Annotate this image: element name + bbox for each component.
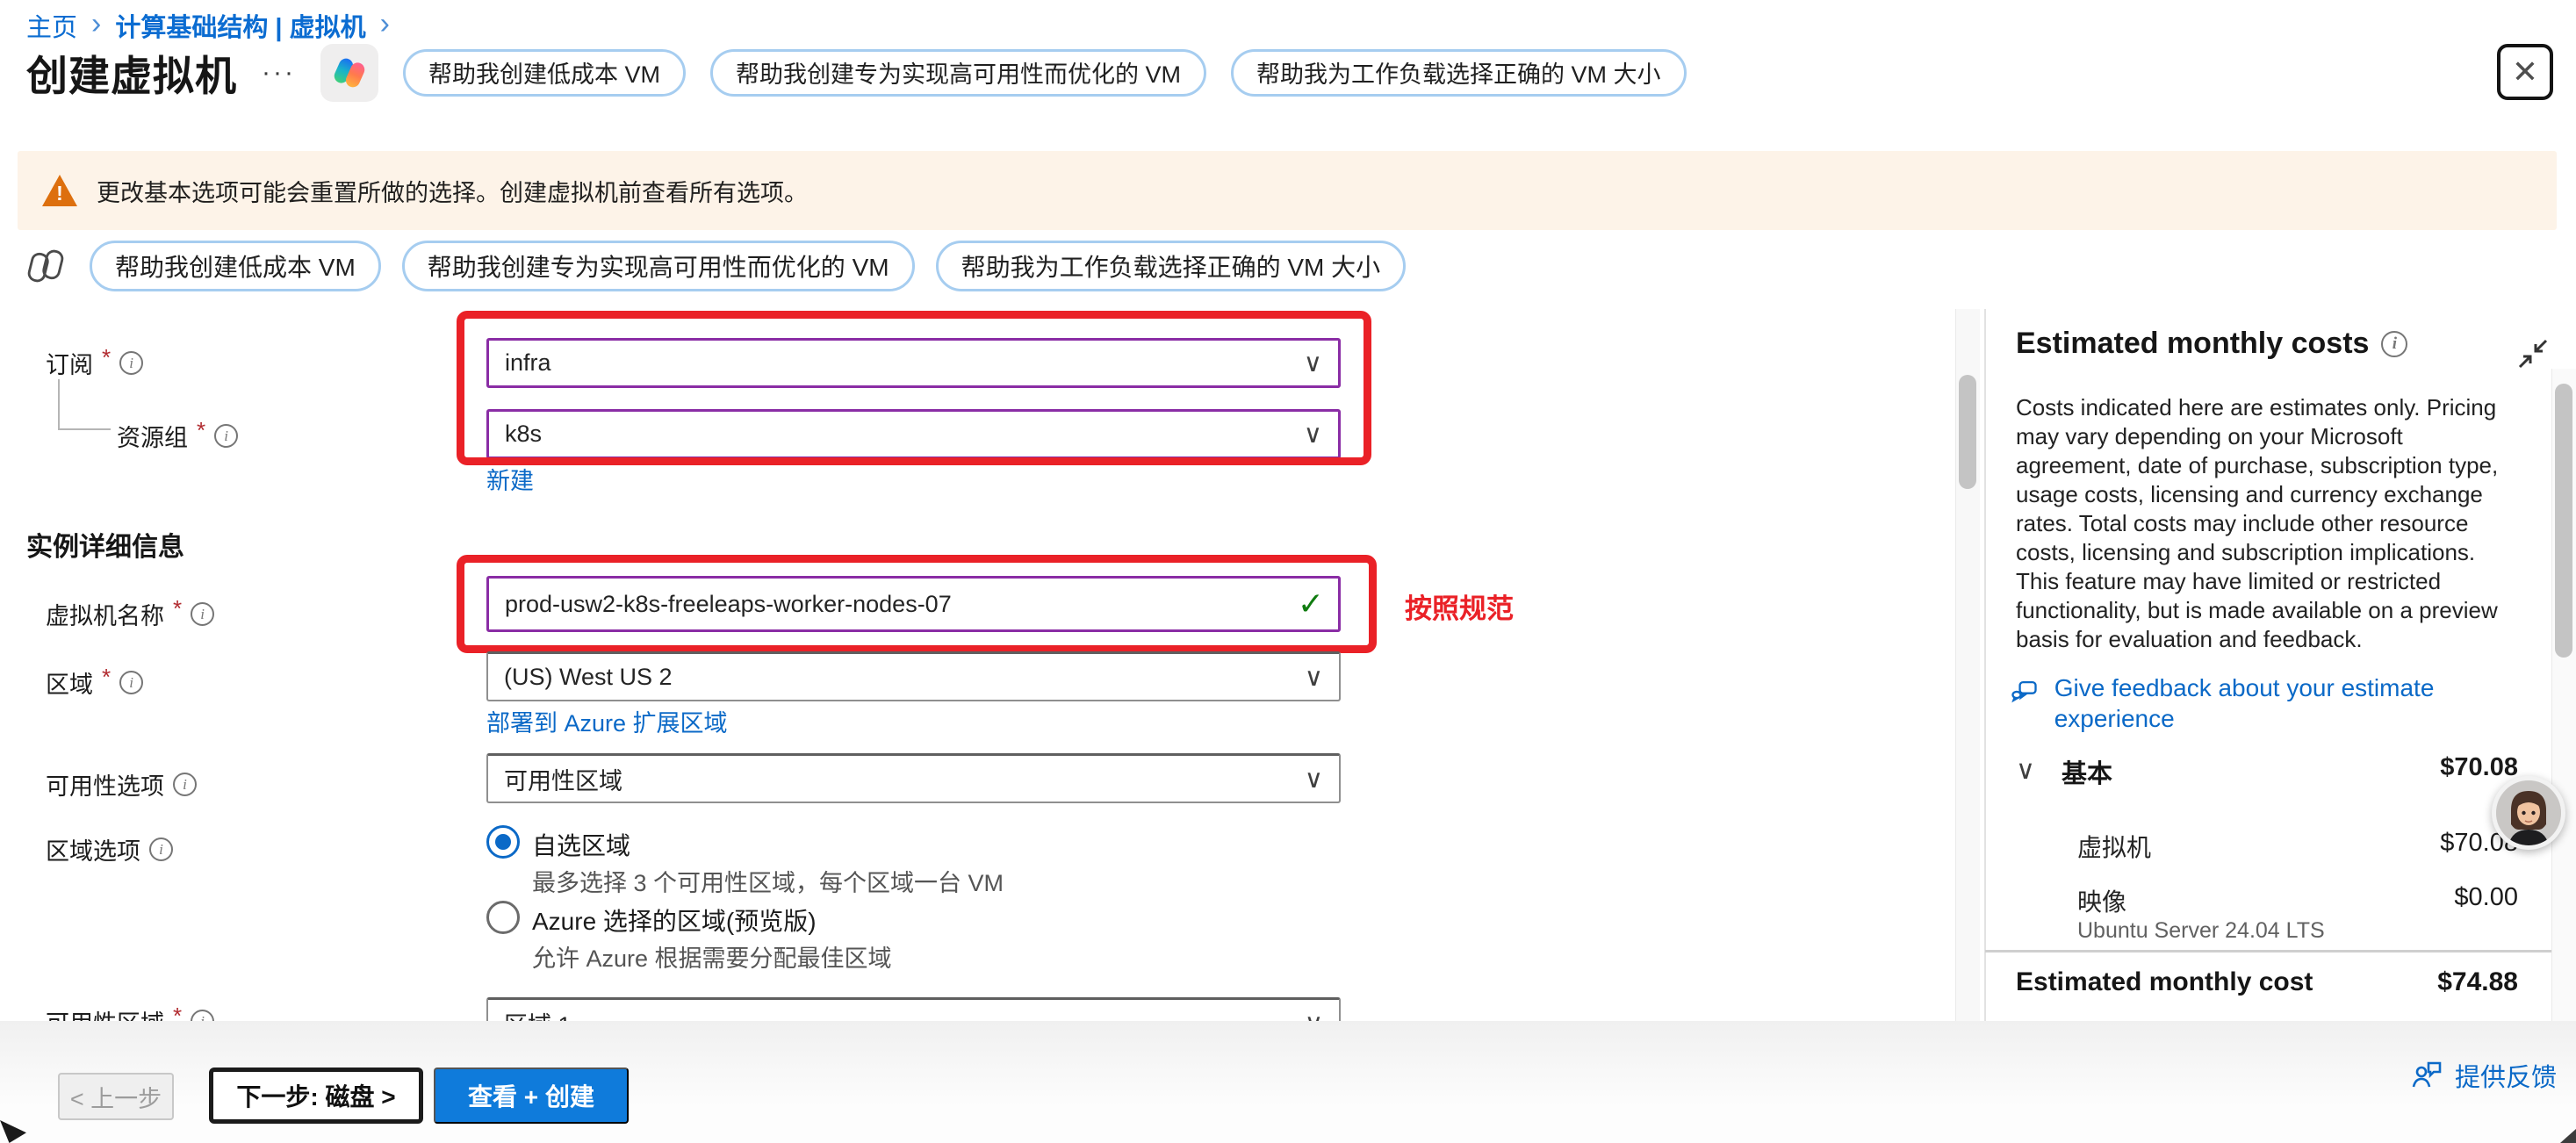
required-mark: * <box>173 1003 182 1021</box>
suggestion-chip-vm-size[interactable]: 帮助我为工作负载选择正确的 VM 大小 <box>936 241 1407 291</box>
create-vm-page: 主页 › 计算基础结构 | 虚拟机 › 创建虚拟机 ··· <box>0 0 2576 1143</box>
suggestion-chip-vm-size[interactable]: 帮助我为工作负载选择正确的 VM 大小 <box>1231 49 1687 97</box>
instance-details-heading: 实例详细信息 <box>26 525 184 564</box>
panel-scrollbar-thumb[interactable] <box>2555 384 2572 658</box>
cost-panel-title: Estimated monthly costs i <box>2016 327 2407 361</box>
cost-row-image-sub: Ubuntu Server 24.04 LTS <box>2077 918 2325 944</box>
warning-banner: ! 更改基本选项可能会重置所做的选择。创建虚拟机前查看所有选项。 <box>18 151 2557 230</box>
info-icon[interactable]: i <box>149 837 173 861</box>
info-icon[interactable]: i <box>214 424 238 448</box>
cost-panel-description: Costs indicated here are estimates only.… <box>2016 393 2516 654</box>
cost-row-vm-label: 虚拟机 <box>2077 829 2151 864</box>
avatar-image <box>2496 780 2561 845</box>
cost-total-value: $74.88 <box>2283 967 2518 997</box>
breadcrumb-section[interactable]: 计算基础结构 | 虚拟机 <box>115 7 365 44</box>
info-icon[interactable]: i <box>119 351 143 375</box>
availability-zone-select[interactable]: 区域 1 ∨ <box>486 997 1341 1021</box>
copilot-suggestions-row: 帮助我创建低成本 VM 帮助我创建专为实现高可用性而优化的 VM 帮助我为工作负… <box>23 241 1406 291</box>
review-create-button[interactable]: 查看 + 创建 <box>434 1068 629 1124</box>
info-icon[interactable]: i <box>191 602 214 626</box>
previous-button[interactable]: < 上一步 <box>58 1073 174 1120</box>
extended-zone-link[interactable]: 部署到 Azure 扩展区域 <box>486 704 728 738</box>
vm-name-annotation: 按照规范 <box>1405 586 1514 626</box>
close-icon: ✕ <box>2512 54 2538 90</box>
radio-self-selected-zones[interactable] <box>486 825 520 859</box>
region-select[interactable]: (US) West US 2 ∨ <box>486 651 1341 701</box>
close-button[interactable]: ✕ <box>2497 44 2553 100</box>
info-icon[interactable]: i <box>2381 331 2407 357</box>
chevron-right-icon: › <box>380 9 390 39</box>
collapse-panel-icon[interactable] <box>2516 337 2550 370</box>
tree-connector <box>58 428 111 430</box>
availability-options-label: 可用性选项 i <box>46 767 197 802</box>
cost-row-image-label: 映像 <box>2077 883 2126 918</box>
vm-name-label: 虚拟机名称 * i <box>46 597 214 631</box>
required-mark: * <box>173 595 182 622</box>
vm-name-input[interactable]: prod-usw2-k8s-freeleaps-worker-nodes-07 … <box>486 576 1341 632</box>
cost-row-image-value: $0.00 <box>2283 883 2518 912</box>
feedback-bubbles-icon <box>2009 672 2042 709</box>
subscription-select[interactable]: infra ∨ <box>486 338 1341 388</box>
valid-check-icon: ✓ <box>1298 586 1338 622</box>
warning-message: 更改基本选项可能会重置所做的选择。创建虚拟机前查看所有选项。 <box>97 174 808 208</box>
info-icon[interactable]: i <box>191 1010 214 1021</box>
chevron-down-icon[interactable]: ∨ <box>2016 755 2035 786</box>
zone-options-label: 区域选项 i <box>46 832 173 866</box>
resource-group-select[interactable]: k8s ∨ <box>486 409 1341 459</box>
radio-self-selected-zones-label: 自选区域 <box>532 827 630 862</box>
tree-connector <box>58 379 60 430</box>
page-header: 创建虚拟机 ··· 帮助我创建低成本 VM 帮助我创建专为实现高可用性而 <box>26 42 1687 103</box>
suggestion-chip-high-availability[interactable]: 帮助我创建专为实现高可用性而优化的 VM <box>710 49 1206 97</box>
required-mark: * <box>102 344 111 371</box>
cost-group-basics-value: $70.08 <box>2283 753 2518 782</box>
radio-azure-selected-zones-label: Azure 选择的区域(预览版) <box>532 902 817 938</box>
main-scrollbar-thumb[interactable] <box>1959 375 1976 489</box>
assistant-avatar[interactable] <box>2492 776 2565 850</box>
chevron-down-icon: ∨ <box>1304 419 1338 449</box>
subscription-label: 订阅 * i <box>46 346 143 380</box>
info-icon[interactable]: i <box>119 671 143 694</box>
radio-azure-selected-zones-desc: 允许 Azure 根据需要分配最佳区域 <box>532 939 892 974</box>
chevron-down-icon: ∨ <box>1305 662 1339 693</box>
cost-divider <box>1985 950 2553 952</box>
warning-icon: ! <box>42 175 77 206</box>
radio-azure-selected-zones[interactable] <box>486 901 520 934</box>
copilot-outline-icon <box>23 243 68 289</box>
suggestion-chip-low-cost[interactable]: 帮助我创建低成本 VM <box>90 241 381 291</box>
page-title: 创建虚拟机 <box>26 42 237 103</box>
region-label: 区域 * i <box>46 665 143 700</box>
cost-total-label: Estimated monthly cost <box>2016 967 2313 997</box>
resource-group-label: 资源组 * i <box>117 419 238 453</box>
availability-zone-label: 可用性区域 * i <box>46 1004 214 1021</box>
suggestion-chip-low-cost[interactable]: 帮助我创建低成本 VM <box>403 49 686 97</box>
more-menu-icon[interactable]: ··· <box>262 58 296 88</box>
breadcrumb-home[interactable]: 主页 <box>26 7 77 44</box>
chevron-down-icon: ∨ <box>1305 1008 1339 1022</box>
panel-divider <box>1984 309 1986 1021</box>
suggestion-chip-high-availability[interactable]: 帮助我创建专为实现高可用性而优化的 VM <box>402 241 915 291</box>
breadcrumb: 主页 › 计算基础结构 | 虚拟机 › <box>26 7 390 44</box>
cost-row-vm-value: $70.08 <box>2283 829 2518 858</box>
info-icon[interactable]: i <box>173 773 197 796</box>
copilot-icon <box>330 54 369 92</box>
availability-options-select[interactable]: 可用性区域 ∨ <box>486 753 1341 803</box>
feedback-link[interactable]: 提供反馈 <box>2409 1057 2557 1094</box>
copilot-button[interactable] <box>320 44 378 102</box>
required-mark: * <box>102 664 111 691</box>
person-feedback-icon <box>2409 1058 2444 1093</box>
basics-form: 订阅 * i infra ∨ 资源组 * i k8s ∨ 新建 实例详细信息 虚… <box>0 307 1956 1021</box>
next-disks-button[interactable]: 下一步: 磁盘 > <box>209 1068 423 1124</box>
cost-group-basics: 基本 <box>2062 753 2112 790</box>
chevron-down-icon: ∨ <box>1304 348 1338 378</box>
required-mark: * <box>197 417 205 444</box>
create-new-link[interactable]: 新建 <box>486 462 534 496</box>
estimate-feedback-link[interactable]: Give feedback about your estimate experi… <box>2009 672 2509 734</box>
chevron-right-icon: › <box>91 9 101 39</box>
radio-self-selected-zones-desc: 最多选择 3 个可用性区域，每个区域一台 VM <box>532 864 1004 898</box>
chevron-down-icon: ∨ <box>1305 764 1339 794</box>
